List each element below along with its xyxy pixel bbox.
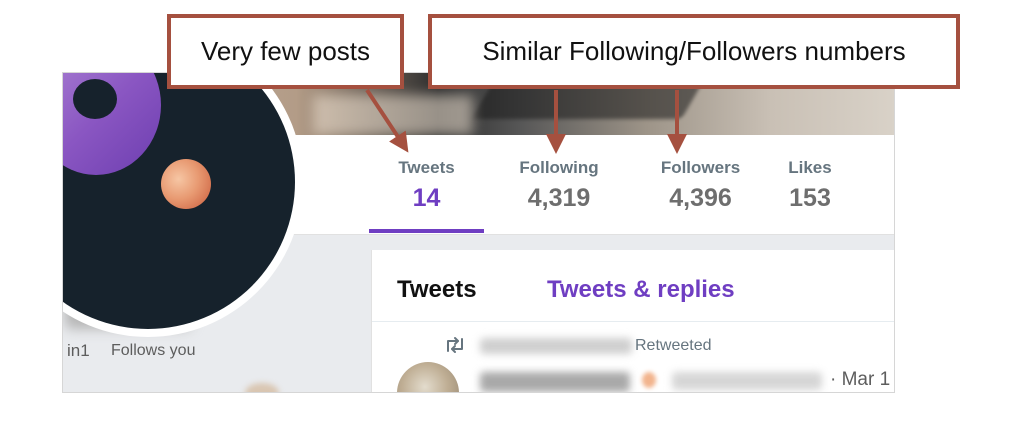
tab-tweets[interactable]: Tweets [397,276,477,304]
stat-followers-label: Followers [660,158,741,177]
avatar-orange-circle [161,159,211,209]
stat-likes-label: Likes [788,158,832,177]
blurred-retweeter-name [480,338,632,354]
timeline-card: Tweets Tweets & replies Retweeted · Mar … [371,250,894,392]
callout-few-posts-text: Very few posts [200,36,371,66]
avatar-dark-shape [73,79,117,119]
retweet-icon [447,337,463,353]
callout-similar-numbers-text: Similar Following/Followers numbers [482,36,906,66]
stat-followers-value: 4,396 [669,184,732,212]
blurred-element [245,383,279,392]
callout-similar-numbers: Similar Following/Followers numbers [428,14,960,89]
stat-following[interactable]: Following 4,319 [499,157,619,214]
stat-tweets-value: 14 [412,184,441,212]
active-tab-underline [369,229,484,233]
stat-likes[interactable]: Likes 153 [775,157,845,214]
stat-following-value: 4,319 [527,184,591,212]
profile-handle: in1 [67,341,90,360]
follows-you-badge: Follows you [111,342,196,359]
twitter-profile-screenshot: Tweets 14 Following 4,319 Followers 4,39… [62,72,895,393]
tabs-divider [372,321,894,322]
stat-tweets[interactable]: Tweets 14 [369,157,484,214]
stat-followers[interactable]: Followers 4,396 [638,157,763,214]
blurred-author-handle [672,372,822,390]
tweet-author-avatar[interactable] [397,362,459,392]
blurred-badge [642,372,656,388]
callout-very-few-posts: Very few posts [167,14,404,89]
stat-tweets-label: Tweets [398,158,455,177]
retweeted-label: Retweeted [635,337,712,354]
tweet-date[interactable]: · Mar 1 [830,369,890,391]
stat-following-label: Following [519,158,599,177]
tab-tweets-and-replies[interactable]: Tweets & replies [547,276,735,304]
stat-likes-value: 153 [789,184,831,212]
blurred-author-name [480,372,630,392]
